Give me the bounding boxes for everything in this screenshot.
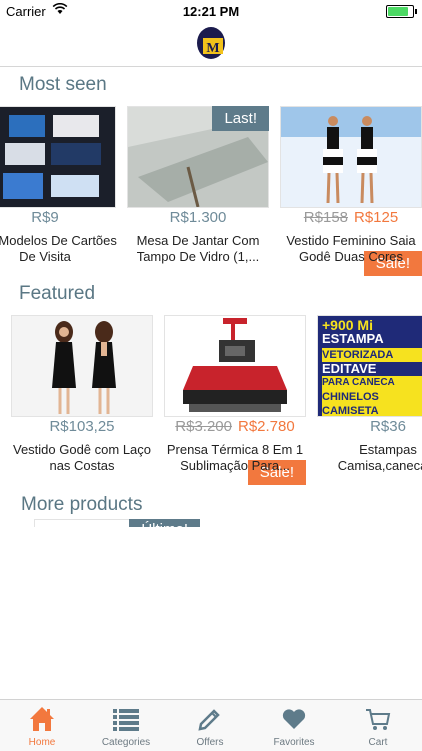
product-image bbox=[280, 106, 422, 208]
tab-offers[interactable]: Offers bbox=[168, 700, 252, 751]
tab-cart[interactable]: Cart bbox=[336, 700, 420, 751]
tab-label: Offers bbox=[196, 737, 224, 748]
product-image bbox=[11, 315, 153, 417]
product-card[interactable]: +900 Mi ESTAMPA VETORIZADA EDITAVE PARA … bbox=[317, 315, 422, 485]
tab-categories[interactable]: Categories bbox=[84, 700, 168, 751]
store-logo: M bbox=[194, 26, 228, 60]
product-sale-price: R$125 bbox=[354, 209, 399, 226]
product-price-row: R$103,25 bbox=[11, 418, 153, 435]
clock: 12:21 PM bbox=[182, 4, 240, 19]
last-badge: Último! bbox=[129, 519, 200, 527]
product-image bbox=[164, 315, 306, 417]
product-card[interactable]: Last! R$1.300 Mesa De Jantar Com Tampo D… bbox=[127, 106, 269, 276]
cart-icon bbox=[366, 709, 391, 730]
product-name: Vestido Godê com Laço nas Costas bbox=[12, 442, 152, 473]
image-text: ESTAMPA bbox=[322, 331, 384, 346]
product-image bbox=[0, 106, 116, 208]
product-price-row: R$3.200 R$2.780 bbox=[164, 418, 306, 435]
product-price: R$1.300 bbox=[169, 209, 227, 226]
more-products-card[interactable]: Último! bbox=[34, 519, 200, 527]
product-old-price: R$3.200 bbox=[175, 418, 232, 435]
tag-icon bbox=[198, 709, 220, 731]
tab-label: Categories bbox=[101, 737, 151, 748]
product-old-price: R$158 bbox=[303, 209, 348, 226]
product-card[interactable]: R$103,25 Vestido Godê com Laço nas Costa… bbox=[11, 315, 153, 485]
image-text: CAMISETA bbox=[322, 404, 422, 416]
product-name: 000 Modelos De Cartões De Visita bbox=[0, 233, 117, 264]
product-card[interactable]: Sale! R$158 R$125 Vestido Feminino Saia G… bbox=[280, 106, 422, 276]
image-text: VETORIZADA bbox=[322, 348, 422, 362]
tab-home[interactable]: Home bbox=[0, 700, 84, 751]
image-text: PARA CANECA bbox=[322, 376, 422, 390]
battery-icon bbox=[386, 5, 417, 18]
product-price: R$36 bbox=[370, 418, 406, 435]
tab-label: Favorites bbox=[273, 737, 315, 748]
product-name: Prensa Térmica 8 Em 1 Sublimação Para... bbox=[166, 442, 304, 473]
product-image: +900 Mi ESTAMPA VETORIZADA EDITAVE PARA … bbox=[317, 315, 422, 417]
svg-text:M: M bbox=[206, 41, 219, 56]
product-image bbox=[34, 519, 129, 527]
tab-label: Cart bbox=[368, 737, 388, 748]
tab-bar: Home Categories Offers Favorites Cart bbox=[0, 699, 422, 751]
image-text: CHINELOS bbox=[322, 390, 422, 404]
product-card[interactable]: Sale! R$3.200 R$2.780 Prensa Térmica 8 Em… bbox=[164, 315, 306, 485]
product-price: R$9 bbox=[31, 209, 59, 226]
home-icon bbox=[30, 707, 54, 731]
product-price-row: R$36 bbox=[317, 418, 422, 435]
product-card[interactable]: R$9 000 Modelos De Cartões De Visita bbox=[0, 106, 117, 276]
product-price-row: R$1.300 bbox=[127, 209, 269, 226]
product-price: R$103,25 bbox=[49, 418, 115, 435]
heart-icon bbox=[282, 709, 306, 729]
list-icon bbox=[113, 709, 139, 731]
nav-bar: M bbox=[0, 22, 422, 67]
image-text: +900 Mi bbox=[322, 317, 373, 333]
section-title-most-seen: Most seen bbox=[19, 74, 107, 95]
section-title-featured: Featured bbox=[19, 283, 96, 304]
featured-carousel[interactable]: R$103,25 Vestido Godê com Laço nas Costa… bbox=[0, 315, 422, 485]
image-text: EDITAVE bbox=[322, 361, 377, 376]
product-name: Vestido Feminino Saia Godê Duas Cores bbox=[286, 233, 416, 264]
status-bar: Carrier 12:21 PM bbox=[0, 0, 422, 22]
product-price-row: R$158 R$125 bbox=[280, 209, 422, 226]
tab-label: Home bbox=[28, 737, 56, 748]
last-badge: Last! bbox=[212, 106, 269, 131]
section-title-more-products: More products bbox=[21, 494, 143, 515]
product-price-row: R$9 bbox=[0, 209, 116, 226]
tab-favorites[interactable]: Favorites bbox=[252, 700, 336, 751]
product-sale-price: R$2.780 bbox=[238, 418, 295, 435]
product-name: Mesa De Jantar Com Tampo De Vidro (1,... bbox=[136, 233, 260, 264]
product-name: Estampas Camisa,caneca,a bbox=[337, 442, 422, 473]
most-seen-carousel[interactable]: R$9 000 Modelos De Cartões De Visita Las… bbox=[0, 106, 422, 276]
